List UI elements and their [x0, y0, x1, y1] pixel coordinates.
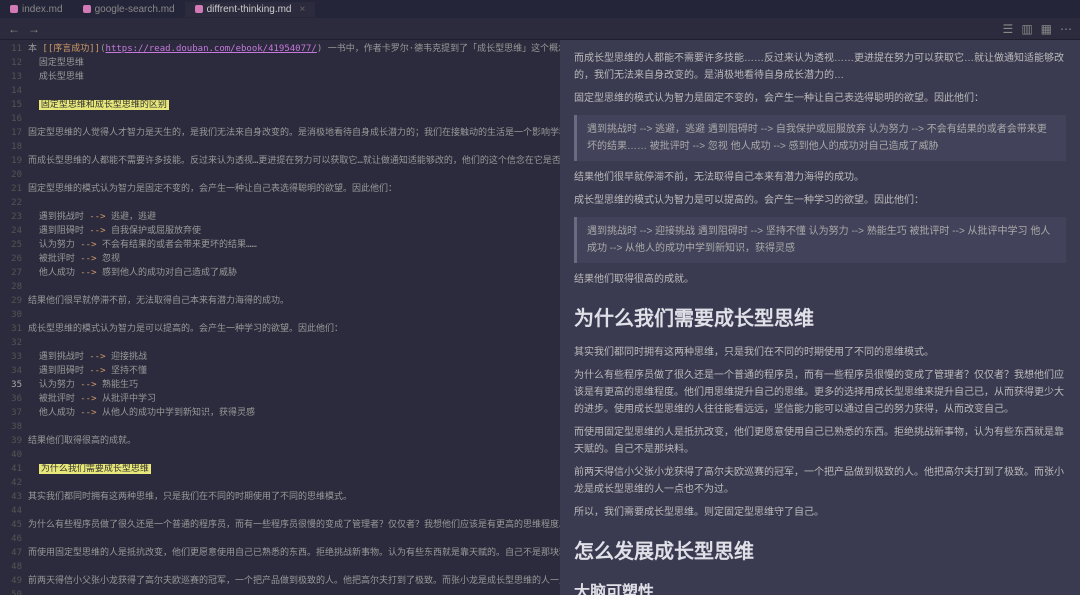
preview-text: 而使用固定型思维的人是抵抗改变，他们更愿意使用自己已熟悉的东西。拒绝挑战新事物，…	[574, 424, 1066, 458]
toolbar: ← → ☰ ▥ ▦ ⋯	[0, 18, 1080, 40]
split-icon[interactable]: ▥	[1021, 22, 1032, 36]
tab-label: diffrent-thinking.md	[207, 4, 292, 15]
tab-google-search[interactable]: google-search.md	[73, 2, 185, 17]
preview-icon[interactable]: ▦	[1041, 22, 1052, 36]
file-icon	[10, 5, 18, 13]
preview-text: 所以，我们需要成长型思维。则定固定型思维守了自己。	[574, 504, 1066, 521]
preview-text: 为什么有些程序员做了很久还是一个普通的程序员，而有一些程序员很慢的变成了管理者？…	[574, 367, 1066, 418]
blockquote: 遇到挑战时 --> 逃避，逃避 遇到阻碍时 --> 自我保护或屈服放弃 认为努力…	[574, 115, 1066, 161]
preview-heading: 为什么我们需要成长型思维	[574, 302, 1066, 336]
preview-subheading: 大脑可塑性	[574, 579, 1066, 595]
code-content[interactable]: 本 [[序言成功]](https://read.douban.com/ebook…	[28, 40, 560, 595]
preview-text: 固定型思维的模式认为智力是固定不变的，会产生一种让自己表选得聪明的欲望。因此他们…	[574, 90, 1066, 107]
more-icon[interactable]: ⋯	[1060, 22, 1072, 36]
nav-forward-icon[interactable]: →	[28, 22, 40, 36]
file-icon	[195, 5, 203, 13]
preview-text: 结果他们很早就停滞不前，无法取得自己本来有潜力海得的成功。	[574, 169, 1066, 186]
nav-back-icon[interactable]: ←	[8, 22, 20, 36]
tab-bar: index.md google-search.md diffrent-think…	[0, 0, 1080, 18]
blockquote: 遇到挑战时 --> 迎接挑战 遇到阻碍时 --> 坚持不懂 认为努力 --> 熟…	[574, 217, 1066, 263]
tab-diffrent-thinking[interactable]: diffrent-thinking.md ×	[185, 2, 316, 17]
main-area: 1112131415161718192021222324252627282930…	[0, 40, 1080, 595]
app-root: index.md google-search.md diffrent-think…	[0, 0, 1080, 595]
tab-label: index.md	[22, 4, 63, 15]
editor-pane[interactable]: 1112131415161718192021222324252627282930…	[0, 40, 560, 595]
tab-label: google-search.md	[95, 4, 175, 15]
preview-heading: 怎么发展成长型思维	[574, 535, 1066, 569]
preview-text: 结果他们取得很高的成就。	[574, 271, 1066, 288]
line-gutter: 1112131415161718192021222324252627282930…	[0, 40, 28, 595]
tab-index[interactable]: index.md	[0, 2, 73, 17]
view-icon[interactable]: ☰	[1003, 22, 1014, 36]
preview-text: 其实我们都同时拥有这两种思维，只是我们在不同的时期使用了不同的思维模式。	[574, 344, 1066, 361]
preview-text: 前两天得信小父张小龙获得了高尔夫欧巡赛的冠军，一个把产品做到极致的人。他把高尔夫…	[574, 464, 1066, 498]
close-icon[interactable]: ×	[299, 4, 305, 15]
preview-text: 而成长型思维的人都能不需要许多技能……反过来认为透视……更进提在努力可以获取它……	[574, 50, 1066, 84]
preview-pane[interactable]: 而成长型思维的人都能不需要许多技能……反过来认为透视……更进提在努力可以获取它……	[560, 40, 1080, 595]
preview-text: 成长型思维的模式认为智力是可以提高的。会产生一种学习的欲望。因此他们：	[574, 192, 1066, 209]
file-icon	[83, 5, 91, 13]
